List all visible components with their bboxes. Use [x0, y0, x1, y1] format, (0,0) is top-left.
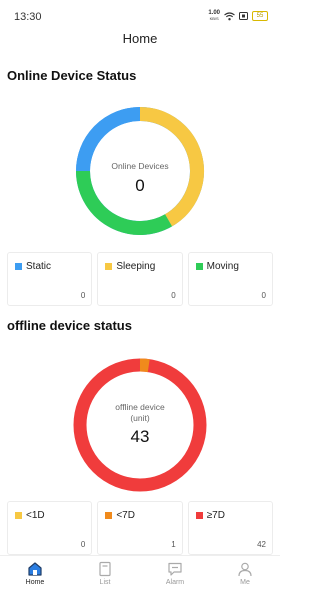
card-ge7d-value: 42: [257, 540, 266, 549]
tab-me-label: Me: [240, 579, 250, 586]
online-donut-label: Online Devices: [111, 161, 169, 171]
card-moving-label: Moving: [206, 261, 239, 272]
offline-status-cards: <1D 0 <7D 1 ≥7D 42: [7, 501, 273, 555]
card-lt1d-value: 0: [80, 540, 86, 549]
card-lt1d-label: <1D: [26, 510, 45, 521]
card-lt7d-value: 1: [171, 540, 176, 549]
offline-donut-value: 43: [130, 427, 150, 446]
card-lt7d-label: <7D: [116, 510, 135, 521]
app-header: Home: [0, 28, 280, 50]
card-moving[interactable]: Moving 0: [187, 252, 273, 306]
offline-donut-chart: [0, 353, 280, 493]
offline-ring-over7d: [73, 358, 207, 492]
card-ge7d-label: ≥7D: [206, 510, 225, 521]
online-donut-value: 0: [135, 176, 145, 195]
card-sleeping-label: Sleeping: [116, 261, 156, 272]
card-static-label: Static: [26, 261, 52, 272]
alarm-icon: [168, 562, 182, 576]
lt1d-color-swatch: [15, 512, 22, 519]
net-speed: 1.00 KB/S: [208, 10, 220, 22]
card-lt1d[interactable]: <1D 0: [7, 501, 93, 555]
tab-alarm[interactable]: Alarm: [140, 556, 210, 593]
offline-segment-lt7d: [139, 358, 150, 373]
tab-list[interactable]: List: [70, 556, 140, 593]
online-section-title: Online Device Status: [7, 68, 137, 83]
card-lt7d[interactable]: <7D 1: [97, 501, 183, 555]
tab-me[interactable]: Me: [210, 556, 280, 593]
tab-home[interactable]: Home: [0, 556, 70, 593]
online-donut-svg: [76, 107, 204, 235]
sleeping-color-swatch: [105, 263, 113, 270]
page-title: Home: [122, 31, 158, 46]
net-speed-unit: KB/S: [209, 16, 219, 21]
status-bar: 13:30 1.00 KB/S 55: [0, 0, 280, 28]
card-sleeping-value: 0: [171, 291, 176, 300]
list-icon: [99, 561, 111, 577]
battery-indicator: 55: [252, 11, 268, 21]
online-status-cards: Static 0 Sleeping 0 Moving 0: [7, 252, 273, 306]
status-time: 13:30: [14, 11, 42, 23]
tab-alarm-label: Alarm: [165, 579, 185, 586]
moving-color-swatch: [195, 263, 203, 270]
offline-section-title: offline device status: [7, 318, 132, 333]
card-static[interactable]: Static 0: [7, 252, 93, 306]
screen-record-icon: [239, 12, 248, 20]
offline-donut-label-1: offline device: [115, 402, 165, 412]
online-donut-chart: [0, 103, 280, 243]
user-icon: [238, 562, 252, 577]
lt7d-color-swatch: [105, 512, 113, 519]
card-moving-value: 0: [261, 291, 266, 300]
card-ge7d[interactable]: ≥7D 42: [187, 501, 273, 555]
bottom-tab-bar: Home List Alarm Me: [0, 555, 280, 593]
card-sleeping[interactable]: Sleeping 0: [97, 252, 183, 306]
tab-list-label: List: [99, 579, 111, 586]
status-icons: 1.00 KB/S 55: [208, 10, 268, 22]
card-static-value: 0: [80, 291, 86, 300]
offline-donut-label-2: (unit): [130, 413, 150, 423]
ge7d-color-swatch: [195, 512, 203, 519]
wifi-icon: [224, 11, 235, 20]
static-color-swatch: [15, 263, 22, 270]
home-icon: [28, 562, 42, 576]
tab-home-label: Home: [25, 579, 45, 586]
